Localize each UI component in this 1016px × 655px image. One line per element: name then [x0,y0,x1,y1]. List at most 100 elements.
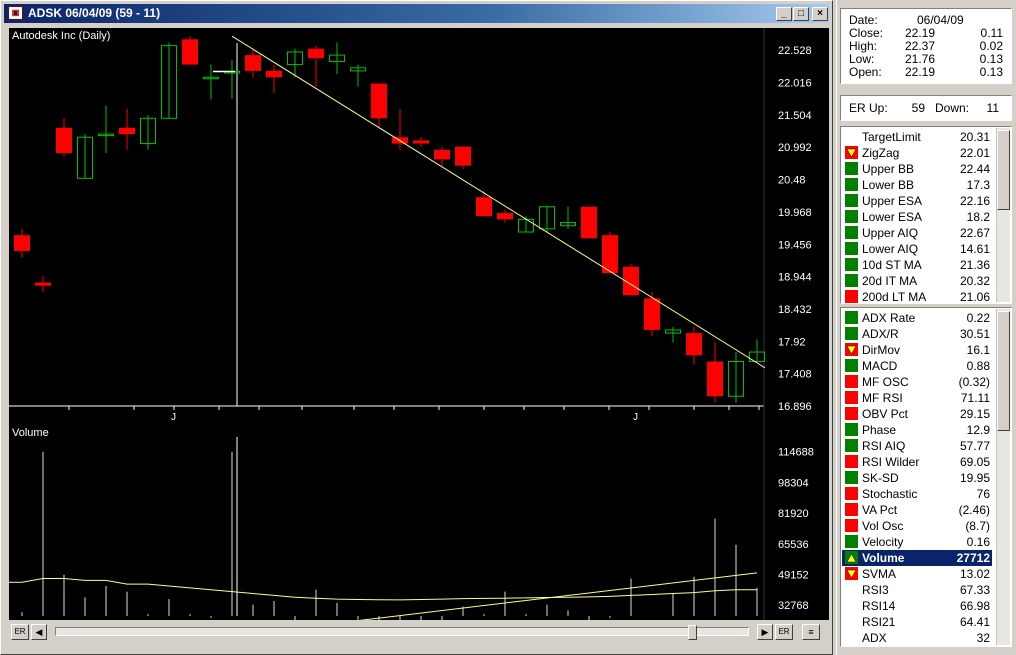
scroll-right-arrow[interactable]: ▶ [757,624,773,640]
indicator-row[interactable]: MACD 0.88 [842,358,992,374]
price-volume-chart[interactable]: J J 22.528 22.016 21.504 20.992 20.48 19.968 19.… [9,28,829,620]
right-panel: Date: 06/04/09 Close: 22.19 0.11 High: 22.37… [836,0,1016,655]
chart-area[interactable]: J J 22.528 22.016 21.504 20.992 20.48 19.968 19.… [9,28,829,620]
indicator-name: TargetLimit [862,130,921,144]
indicator-row[interactable]: Velocity 0.16 [842,534,992,550]
data-change: 0.11 [980,26,1003,40]
chart-app-icon[interactable]: ▣ [8,6,23,20]
indicator-row[interactable]: MF RSI 71.11 [842,390,992,406]
signal-red-icon [845,487,858,500]
indicator-row[interactable]: Upper BB 22.44 [842,161,992,177]
price-tick-label: 17.408 [778,369,812,381]
signal-green-icon [845,439,858,452]
er-box: ER Up: 59 Down: 11 [840,95,1012,121]
indicator-row[interactable]: MF OSC (0.32) [842,374,992,390]
indicator-row[interactable]: ADX/R 30.51 [842,326,992,342]
top-list-scroll-thumb[interactable] [997,130,1010,210]
volume-chart-label: Volume [12,427,49,439]
indicator-value: 12.9 [966,423,990,437]
indicator-row[interactable]: TargetLimit 20.31 [842,129,992,145]
candle-body [245,55,261,71]
minimize-button[interactable]: _ [776,7,792,21]
indicator-name: RSI21 [862,615,896,629]
indicator-row[interactable]: Lower ESA 18.2 [842,209,992,225]
indicator-value: 22.67 [959,226,990,240]
top-list-scrollbar[interactable] [996,128,1010,302]
candle-body [56,127,72,154]
candle-body [35,282,51,286]
candle-body [434,149,450,160]
price-tick-label: 19.456 [778,239,812,251]
indicator-row[interactable]: RSI14 66.98 [842,598,992,614]
price-tick-label: 19.968 [778,207,812,219]
indicator-name: ADX Rate [862,311,916,325]
er-down-value: 11 [986,101,999,115]
scroll-thumb[interactable] [688,625,697,640]
indicator-name: RSI3 [862,583,889,597]
data-value: 22.19 [904,65,935,79]
volume-tick-label: 114688 [778,447,814,459]
indicator-row[interactable]: ZigZag 22.01 [842,145,992,161]
indicator-list-top[interactable]: TargetLimit 20.31 ZigZag 22.01 Upper BB 22.44… [840,126,1012,304]
chart-scrollbar[interactable]: ER ◀ ▶ ER ≡ [9,623,829,641]
er-left-button[interactable]: ER [11,624,29,640]
indicator-row[interactable]: Vol Osc (8.7) [842,518,992,534]
close-button[interactable]: × [812,7,828,21]
indicator-row[interactable]: ADX 32 [842,630,992,646]
maximize-button[interactable]: □ [793,7,809,21]
candle-body [266,70,282,78]
indicator-row[interactable]: DirMov 16.1 [842,342,992,358]
signal-green-icon [845,258,858,271]
indicator-row[interactable]: RSI Wilder 69.05 [842,454,992,470]
indicator-row[interactable]: Volume 27712 [842,550,992,566]
indicator-row[interactable]: Lower AIQ 14.61 [842,241,992,257]
indicator-name: RSI Wilder [862,455,920,469]
indicator-row[interactable]: 10d ST MA 21.36 [842,257,992,273]
menu-icon[interactable]: ≡ [802,624,820,640]
indicator-row[interactable]: SVMA 13.02 [842,566,992,582]
indicator-row[interactable]: Upper AIQ 22.67 [842,225,992,241]
indicator-row[interactable]: ADX Rate 0.22 [842,310,992,326]
indicator-row[interactable]: VA Pct (2.46) [842,502,992,518]
indicator-row[interactable]: Upper ESA 22.16 [842,193,992,209]
date-value: 06/04/09 [917,13,964,27]
indicator-name: RSI14 [862,599,896,613]
signal-green-icon [845,194,858,207]
indicator-name: OBV Pct [862,407,909,421]
month-label: J [633,412,638,423]
indicator-row[interactable]: Phase 12.9 [842,422,992,438]
data-change: 0.13 [979,65,1003,79]
indicator-row[interactable]: OBV Pct 29.15 [842,406,992,422]
indicator-row[interactable]: Stochastic 76 [842,486,992,502]
signal-red-icon [845,375,858,388]
indicator-name: Upper AIQ [862,226,919,240]
candle-body [644,298,660,330]
indicator-row[interactable]: 20d IT MA 20.32 [842,273,992,289]
signal-green-icon [845,535,858,548]
indicator-value: 0.22 [966,311,990,325]
candle-body [371,83,387,119]
bottom-list-scroll-thumb[interactable] [997,311,1010,431]
indicator-row[interactable]: RSI3 67.33 [842,582,992,598]
scroll-left-arrow[interactable]: ◀ [31,624,47,640]
data-value: 22.37 [904,39,935,53]
indicator-name: ADX [862,631,887,645]
indicator-name: Lower ESA [862,210,923,224]
title-bar[interactable]: ▣ ADSK 06/04/09 (59 - 11) _ □ × [4,4,829,23]
bottom-list-scrollbar[interactable] [996,309,1010,645]
candle-body [707,361,723,397]
indicator-row[interactable]: SK-SD 19.95 [842,470,992,486]
indicator-row[interactable]: RSI21 64.41 [842,614,992,630]
indicator-value: 69.05 [959,455,990,469]
indicator-row[interactable]: Lower BB 17.3 [842,177,992,193]
indicator-row[interactable]: RSI AIQ 57.77 [842,438,992,454]
price-chart-label: Autodesk Inc (Daily) [12,30,110,42]
price-tick-label: 18.432 [778,304,812,316]
indicator-name: Velocity [862,535,904,549]
er-right-button[interactable]: ER [775,624,793,640]
indicator-list-bottom[interactable]: ADX Rate 0.22 ADX/R 30.51 DirMov 16.1 MACD 0.88… [840,307,1012,647]
data-change: 0.13 [979,52,1003,66]
indicator-row[interactable]: 200d LT MA 21.06 [842,289,992,305]
volume-tick-label: 65536 [778,539,809,551]
scroll-track[interactable] [55,625,749,640]
